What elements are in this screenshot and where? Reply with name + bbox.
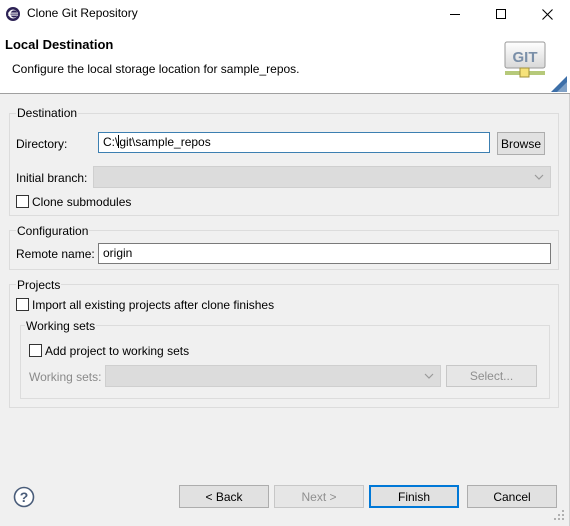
finish-button[interactable]: Finish xyxy=(369,485,459,508)
page-title: Local Destination xyxy=(5,37,114,52)
clone-submodules-label[interactable]: Clone submodules xyxy=(32,195,131,209)
minimize-button[interactable] xyxy=(432,0,478,28)
directory-input[interactable]: C:\git\sample_repos xyxy=(98,132,490,153)
resize-grip-icon[interactable] xyxy=(552,508,566,522)
select-working-sets-button[interactable]: Select... xyxy=(446,365,537,387)
destination-group-label: Destination xyxy=(16,106,79,120)
clone-submodules-checkbox[interactable] xyxy=(16,195,29,208)
window-title: Clone Git Repository xyxy=(27,6,138,20)
working-sets-group-label: Working sets xyxy=(25,319,97,333)
directory-value-suffix: git\sample_repos xyxy=(119,135,211,149)
svg-text:?: ? xyxy=(20,489,29,505)
remote-name-input[interactable]: origin xyxy=(98,243,551,264)
working-sets-group xyxy=(20,325,550,399)
eclipse-icon xyxy=(6,7,20,21)
initial-branch-label: Initial branch: xyxy=(16,171,88,185)
add-to-working-sets-label[interactable]: Add project to working sets xyxy=(45,344,189,358)
directory-value-prefix: C:\ xyxy=(103,135,119,149)
import-projects-checkbox[interactable] xyxy=(16,298,29,311)
import-projects-label[interactable]: Import all existing projects after clone… xyxy=(32,298,274,312)
configuration-group-label: Configuration xyxy=(16,224,90,238)
browse-button[interactable]: Browse xyxy=(497,132,545,155)
working-sets-select[interactable] xyxy=(105,365,441,387)
maximize-button[interactable] xyxy=(478,0,524,28)
next-button[interactable]: Next > xyxy=(274,485,364,508)
close-button[interactable] xyxy=(524,0,570,28)
working-sets-label: Working sets: xyxy=(29,370,102,384)
minimize-icon xyxy=(450,14,460,15)
initial-branch-select[interactable] xyxy=(93,166,551,188)
page-header: Local Destination Configure the local st… xyxy=(0,28,570,94)
title-bar[interactable]: Clone Git Repository xyxy=(0,0,570,28)
git-logo-text: GIT xyxy=(513,49,538,66)
chevron-down-icon xyxy=(424,373,434,379)
clone-git-repository-dialog: Clone Git Repository Local Destination C… xyxy=(0,0,570,526)
maximize-icon xyxy=(496,9,506,19)
close-icon xyxy=(541,8,553,20)
help-icon[interactable]: ? xyxy=(13,486,35,508)
projects-group-label: Projects xyxy=(16,278,62,292)
cancel-button[interactable]: Cancel xyxy=(467,485,557,508)
remote-name-label: Remote name: xyxy=(16,247,95,261)
directory-label: Directory: xyxy=(16,137,68,151)
add-to-working-sets-checkbox[interactable] xyxy=(29,344,42,357)
git-logo-icon: GIT xyxy=(504,41,567,92)
page-description: Configure the local storage location for… xyxy=(12,62,300,76)
chevron-down-icon xyxy=(534,174,544,180)
back-button[interactable]: < Back xyxy=(179,485,269,508)
